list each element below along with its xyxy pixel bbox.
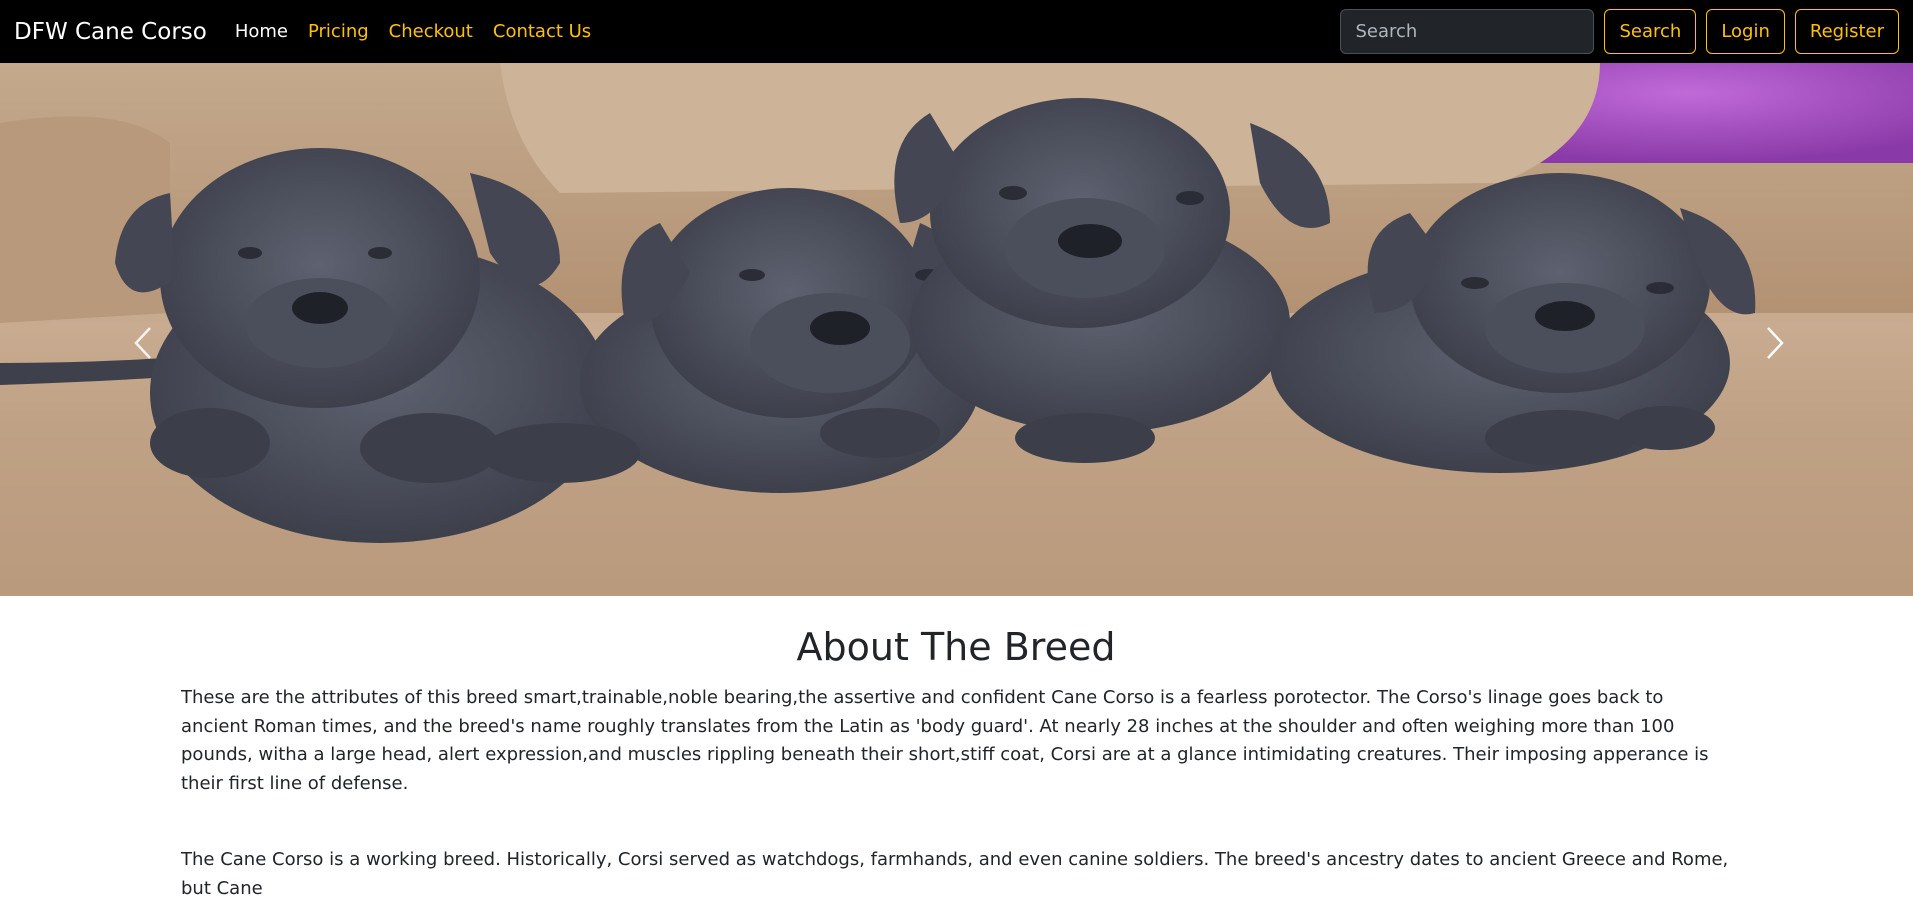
- nav-link-contact-us[interactable]: Contact Us: [493, 21, 591, 42]
- about-title: About The Breed: [796, 625, 1116, 669]
- about-paragraph-1: These are the attributes of this breed s…: [181, 687, 1709, 794]
- nav-link-home[interactable]: Home: [235, 21, 288, 42]
- about-paragraph-2: The Cane Corso is a working breed. Histo…: [181, 849, 1729, 899]
- navbar: DFW Cane Corso Home Pricing Checkout Con…: [0, 0, 1913, 63]
- nav-link-pricing[interactable]: Pricing: [308, 21, 369, 42]
- login-button[interactable]: Login: [1706, 9, 1785, 54]
- nav-links: Home Pricing Checkout Contact Us: [235, 21, 591, 42]
- carousel-prev-button[interactable]: [113, 313, 173, 373]
- brand-link[interactable]: DFW Cane Corso: [14, 19, 207, 45]
- hero-carousel: [0, 63, 1913, 596]
- search-button[interactable]: Search: [1604, 9, 1697, 54]
- puppies-photo: [0, 63, 1913, 596]
- search-input[interactable]: [1340, 9, 1595, 54]
- carousel-next-button[interactable]: [1745, 313, 1805, 373]
- chevron-left-icon: [134, 327, 151, 359]
- nav-link-checkout[interactable]: Checkout: [389, 21, 473, 42]
- nav-actions: Search Login Register: [1340, 9, 1899, 54]
- about-section: About The Breed These are the attributes…: [181, 596, 1731, 903]
- chevron-right-icon: [1767, 327, 1784, 359]
- register-button[interactable]: Register: [1794, 9, 1899, 54]
